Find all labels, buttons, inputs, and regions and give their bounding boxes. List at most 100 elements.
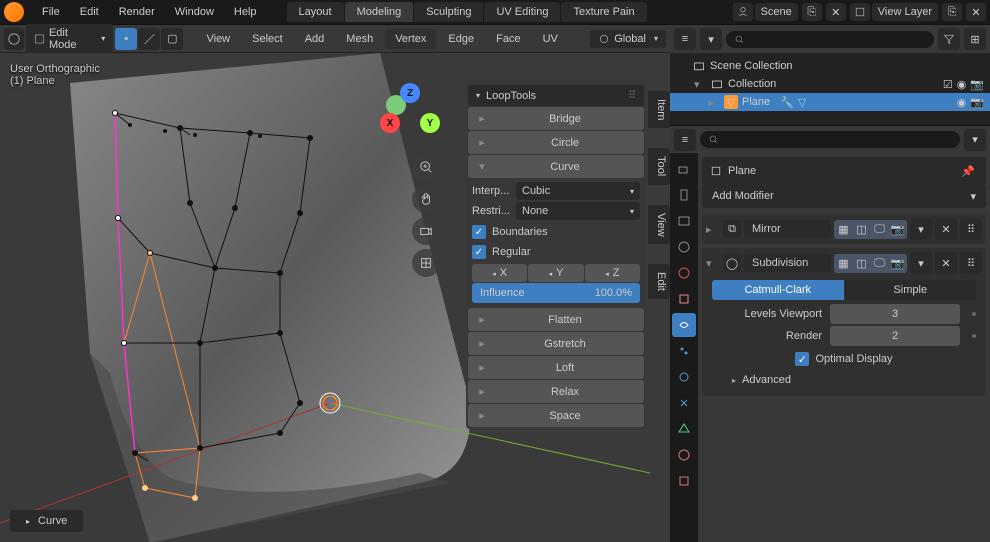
face-menu[interactable]: Face	[486, 29, 530, 49]
add-modifier-dropdown[interactable]: Add Modifier	[702, 185, 986, 208]
uv-menu[interactable]: UV	[533, 29, 568, 49]
scene-props-tab-icon[interactable]	[672, 235, 696, 259]
add-menu[interactable]: Add	[295, 29, 335, 49]
outliner-display-mode-icon[interactable]: ▾	[700, 28, 722, 50]
cage-display-icon[interactable]: ◫	[853, 255, 870, 272]
filter-icon[interactable]	[938, 28, 960, 50]
new-viewlayer-icon[interactable]: ⎘	[942, 3, 962, 21]
tree-collection[interactable]: ▾ Collection ☑◉📷	[670, 75, 990, 93]
delete-viewlayer-icon[interactable]: ✕	[966, 3, 986, 21]
render-display-icon[interactable]: 📷	[889, 221, 906, 238]
delete-scene-icon[interactable]: ✕	[826, 3, 846, 21]
zoom-icon[interactable]	[412, 153, 440, 181]
object-props-tab-icon[interactable]	[672, 287, 696, 311]
axis-z-icon[interactable]: Z	[400, 83, 420, 103]
animate-dot-icon[interactable]	[972, 334, 976, 338]
modifier-props-tab-icon[interactable]	[672, 313, 696, 337]
material-props-tab-icon[interactable]	[672, 443, 696, 467]
editmode-display-icon[interactable]: ▦	[835, 255, 852, 272]
render-display-icon[interactable]: 📷	[889, 255, 906, 272]
circle-button[interactable]: Circle	[468, 131, 644, 154]
viewlayer-field[interactable]: View Layer	[872, 3, 938, 21]
pan-icon[interactable]	[412, 185, 440, 213]
window-menu[interactable]: Window	[165, 2, 224, 22]
pin-icon[interactable]: 📌	[958, 161, 978, 181]
file-menu[interactable]: File	[32, 2, 70, 22]
viewlayer-browse-icon[interactable]	[850, 3, 870, 21]
tab-texture-paint[interactable]: Texture Pain	[561, 2, 646, 22]
gstretch-button[interactable]: Gstretch	[468, 332, 644, 355]
sidebar-tab-edit[interactable]: Edit	[648, 264, 670, 299]
tab-uv-editing[interactable]: UV Editing	[484, 2, 560, 22]
orientation-dropdown[interactable]: Global	[590, 30, 666, 48]
subsurf-expand-icon[interactable]: ▾	[706, 257, 720, 270]
object-name-breadcrumb[interactable]: Plane 📌	[702, 157, 986, 185]
viewlayer-props-tab-icon[interactable]	[672, 209, 696, 233]
flatten-button[interactable]: Flatten	[468, 308, 644, 331]
eye-icon[interactable]: ◉	[957, 96, 967, 109]
mirror-name-field[interactable]: Mirror	[744, 220, 831, 238]
last-operator-panel[interactable]: Curve	[10, 510, 83, 532]
camera-icon[interactable]: 📷	[970, 96, 984, 109]
props-editor-type-icon[interactable]: ≡	[674, 129, 696, 151]
mirror-delete-icon[interactable]: ✕	[935, 218, 957, 240]
catmull-clark-button[interactable]: Catmull-Clark	[712, 280, 844, 300]
props-search[interactable]	[700, 131, 960, 148]
viewport-display-icon[interactable]: 🖵	[871, 221, 888, 238]
restriction-dropdown[interactable]: None	[516, 202, 640, 220]
tree-scene-collection[interactable]: Scene Collection	[670, 57, 990, 75]
outliner-search[interactable]	[726, 31, 934, 48]
tab-modeling[interactable]: Modeling	[345, 2, 414, 22]
render-menu[interactable]: Render	[109, 2, 165, 22]
subsurf-extras-icon[interactable]: ▾	[910, 252, 932, 274]
eye-icon[interactable]: ◉	[957, 78, 967, 91]
boundaries-checkbox[interactable]: ✓Boundaries	[472, 222, 640, 242]
influence-slider[interactable]: Influence100.0%	[472, 283, 640, 303]
tab-layout[interactable]: Layout	[287, 2, 344, 22]
subsurf-delete-icon[interactable]: ✕	[935, 252, 957, 274]
regular-checkbox[interactable]: ✓Regular	[472, 242, 640, 262]
animate-dot-icon[interactable]	[972, 312, 976, 316]
props-options-icon[interactable]: ▾	[964, 129, 986, 151]
navigation-gizmo[interactable]: Z Y X	[380, 83, 440, 143]
lock-y-button[interactable]: Y	[528, 264, 583, 282]
interpolation-dropdown[interactable]: Cubic	[516, 182, 640, 200]
perspective-toggle-icon[interactable]	[412, 249, 440, 277]
select-menu[interactable]: Select	[242, 29, 293, 49]
particle-props-tab-icon[interactable]	[672, 339, 696, 363]
loft-button[interactable]: Loft	[468, 356, 644, 379]
render-props-tab-icon[interactable]	[672, 157, 696, 181]
new-collection-icon[interactable]: ⊞	[964, 28, 986, 50]
outliner-editor-type-icon[interactable]: ≡	[674, 28, 696, 50]
mirror-drag-icon[interactable]: ⠿	[960, 218, 982, 240]
tab-sculpting[interactable]: Sculpting	[414, 2, 483, 22]
optimal-display-checkbox[interactable]: ✓Optimal Display	[712, 348, 976, 370]
scene-browse-icon[interactable]	[733, 3, 753, 21]
view-menu[interactable]: View	[196, 29, 240, 49]
camera-icon[interactable]: 📷	[970, 78, 984, 91]
curve-button[interactable]: Curve	[468, 155, 644, 178]
bridge-button[interactable]: Bridge	[468, 107, 644, 130]
axis-x-icon[interactable]: X	[380, 113, 400, 133]
mirror-extras-icon[interactable]: ▾	[910, 218, 932, 240]
relax-button[interactable]: Relax	[468, 380, 644, 403]
advanced-subpanel[interactable]: Advanced	[712, 370, 976, 390]
3d-viewport[interactable]: User Orthographic (1) Plane Z Y X Item T…	[0, 53, 670, 542]
help-menu[interactable]: Help	[224, 2, 267, 22]
mesh-menu[interactable]: Mesh	[336, 29, 383, 49]
sidebar-tab-item[interactable]: Item	[648, 91, 670, 128]
texture-props-tab-icon[interactable]	[672, 469, 696, 493]
tree-plane-object[interactable]: ▸ ▽ Plane 🔧 ▽ ◉📷	[670, 93, 990, 111]
axis-y-icon[interactable]: Y	[420, 113, 440, 133]
render-levels-field[interactable]: 2	[830, 326, 960, 346]
cage-display-icon[interactable]: ◫	[853, 221, 870, 238]
physics-props-tab-icon[interactable]	[672, 365, 696, 389]
subsurf-name-field[interactable]: Subdivision	[744, 254, 831, 272]
exclude-checkbox-icon[interactable]: ☑	[943, 78, 953, 91]
looptools-header[interactable]: LoopTools⠿	[468, 85, 644, 106]
mode-dropdown[interactable]: Edit Mode	[26, 24, 113, 54]
subsurf-drag-icon[interactable]: ⠿	[960, 252, 982, 274]
lock-z-button[interactable]: Z	[585, 264, 640, 282]
mirror-expand-icon[interactable]: ▸	[706, 223, 720, 236]
viewport-display-icon[interactable]: 🖵	[871, 255, 888, 272]
